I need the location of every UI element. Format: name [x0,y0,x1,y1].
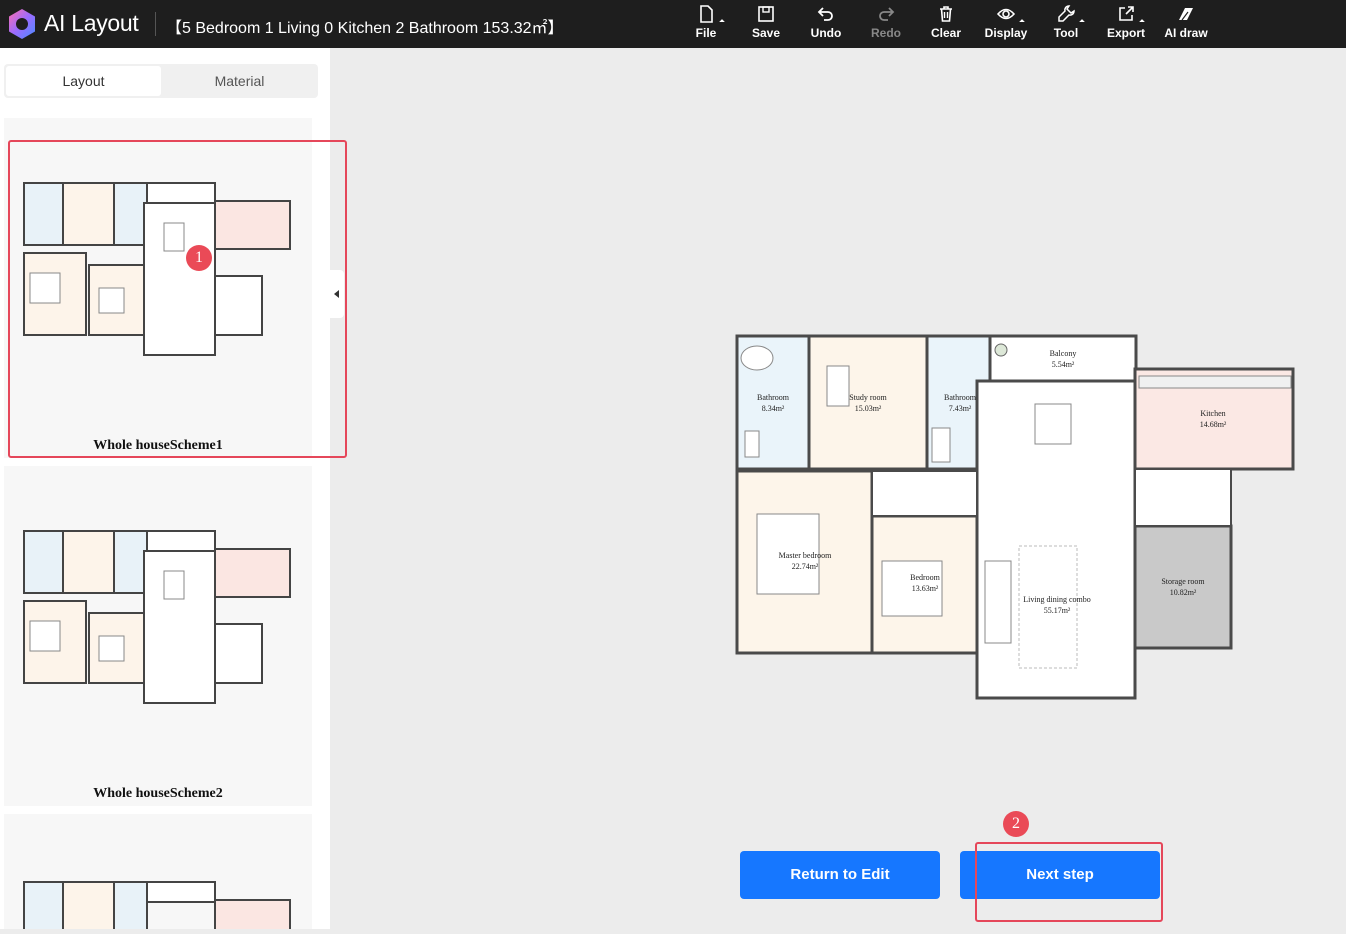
display-button[interactable]: Display [976,4,1036,44]
eye-icon [996,8,1016,20]
scheme-2-label: Whole houseScheme2 [93,786,223,801]
room-area-living-dining: 55.17m² [1044,606,1071,615]
collapse-sidebar-handle[interactable] [330,270,344,318]
clear-label: Clear [930,26,962,40]
ai-draw-button[interactable]: AI draw [1156,4,1216,44]
wrench-icon [1058,5,1075,22]
room-area-bathroom-1: 8.34m² [762,404,785,413]
save-icon [758,6,774,22]
scheme-3-thumbnail [23,881,291,929]
kitchen-counter [1138,375,1292,389]
room-name-kitchen: Kitchen [1200,409,1225,418]
room-area-bedroom: 13.63m² [912,584,939,593]
toilet [744,430,760,458]
sidebar-tabs: Layout Material [4,64,318,98]
ai-layout-logo-icon [9,9,35,39]
clear-button[interactable]: Clear [916,4,976,44]
display-label: Display [984,26,1028,40]
undo-button[interactable]: Undo [796,4,856,44]
step-badge-1: 1 [186,245,212,271]
floor-plan: Bathroom 8.34m² Study room 15.03m² Bathr… [735,334,1295,700]
hallway [871,470,978,517]
room-name-balcony: Balcony [1050,349,1077,358]
plan-group: Bathroom 8.34m² Study room 15.03m² Bathr… [735,334,1295,700]
room-name-storage: Storage room [1161,577,1205,586]
export-label: Export [1106,26,1145,40]
header-divider [155,12,156,36]
file-button[interactable]: File [676,4,736,44]
room-name-bedroom: Bedroom [910,573,941,582]
save-button[interactable]: Save [736,4,796,44]
file-label: File [695,26,717,40]
ai-draw-icon [1179,8,1193,21]
dining-table [1034,403,1072,445]
room-name-bathroom-1: Bathroom [757,393,790,402]
room-area-kitchen: 14.68m² [1200,420,1227,429]
redo-icon [879,7,895,21]
sofa [984,560,1012,644]
room-name-study: Study room [849,393,887,402]
room-area-bathroom-2: 7.43m² [949,404,972,413]
save-label: Save [751,26,781,40]
room-area-study: 15.03m² [855,404,882,413]
house-title: 【5 Bedroom 1 Living 0 Kitchen 2 Bathroom… [166,20,564,37]
scheme-card-3[interactable] [4,814,312,929]
next-step-highlight [975,842,1163,922]
scheme-2-thumbnail [23,530,291,704]
room-name-master-bedroom: Master bedroom [779,551,832,560]
step-badge-2: 2 [1003,811,1029,837]
room-storage [1133,524,1233,650]
trash-icon [940,6,952,22]
plant [994,343,1008,357]
scheme-card-2[interactable]: Whole houseScheme2 [4,466,312,806]
app-name: AI Layout [44,10,139,36]
export-icon [1119,6,1134,21]
room-area-storage: 10.82m² [1170,588,1197,597]
tab-layout[interactable]: Layout [6,66,161,96]
top-bar: AI Layout 【5 Bedroom 1 Living 0 Kitchen … [0,0,1346,48]
file-icon [700,5,713,23]
scheme-1-highlight [8,140,347,458]
room-area-balcony: 5.54m² [1052,360,1075,369]
ai-draw-label: AI draw [1164,26,1208,40]
room-name-bathroom-2: Bathroom [944,393,977,402]
redo-label: Redo [871,26,901,40]
entry [1134,468,1232,527]
redo-button[interactable]: Redo [856,4,916,44]
export-button[interactable]: Export [1096,4,1156,44]
room-area-master-bedroom: 22.74m² [792,562,819,571]
scheme-sidebar: Layout Material Whole houseScheme1 1 Who… [0,48,347,929]
tool-label: Tool [1053,26,1079,40]
room-balcony [988,334,1138,383]
tool-button[interactable]: Tool [1036,4,1096,44]
toilet-2 [931,427,951,463]
tab-material[interactable]: Material [162,66,317,96]
plan-canvas: Bathroom 8.34m² Study room 15.03m² Bathr… [344,48,1346,929]
study-desk [826,365,850,407]
undo-icon [817,7,833,21]
bathtub [740,345,774,371]
return-to-edit-button[interactable]: Return to Edit [740,851,940,899]
room-name-living-dining: Living dining combo [1023,595,1091,604]
undo-label: Undo [810,26,842,40]
